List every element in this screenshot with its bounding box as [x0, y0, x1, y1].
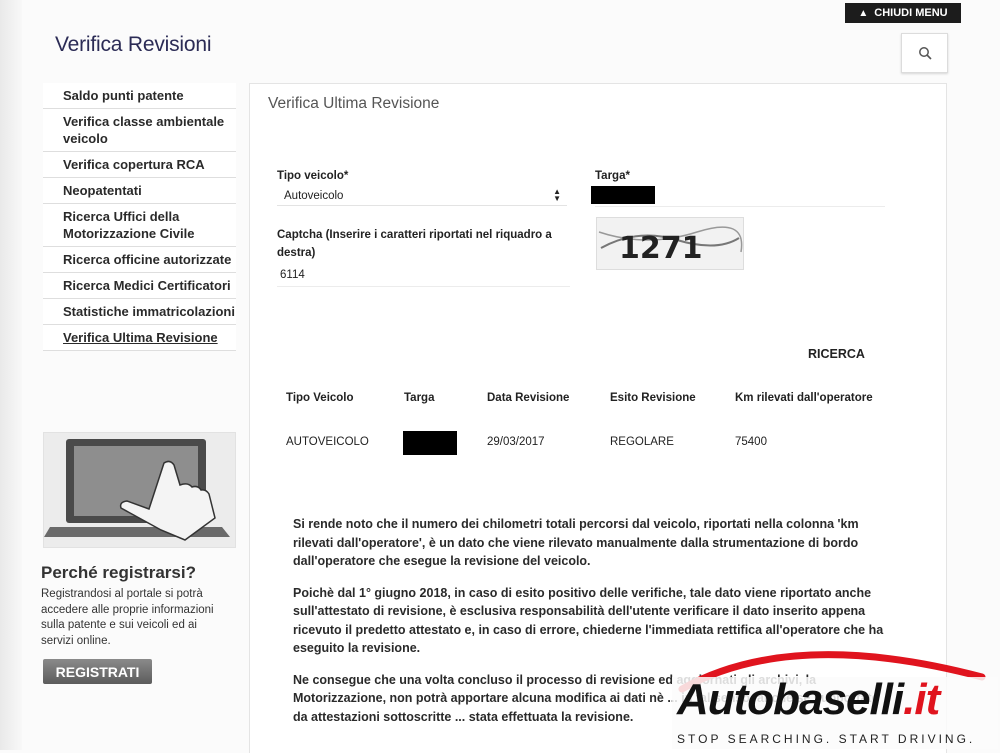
sidebar-item-copertura-rca[interactable]: Verifica copertura RCA	[43, 152, 236, 178]
sidebar-item-medici[interactable]: Ricerca Medici Certificatori	[43, 273, 236, 299]
register-button[interactable]: REGISTRATI	[43, 659, 152, 684]
cell-data: 29/03/2017	[487, 436, 545, 448]
search-submit-button[interactable]: RICERCA	[808, 347, 865, 361]
laptop-touch-image	[43, 432, 236, 548]
form-title: Verifica Ultima Revisione	[268, 95, 440, 112]
sidebar-item-uffici-motorizzazione[interactable]: Ricerca Uffici della Motorizzazione Civi…	[43, 204, 236, 247]
select-arrows-icon: ▲ ▼	[553, 187, 561, 203]
page-title: Verifica Revisioni	[55, 33, 212, 56]
col-header-tipo: Tipo Veicolo	[286, 392, 354, 404]
close-menu-label: CHIUDI MENU	[874, 7, 948, 19]
cell-targa-redaction	[403, 431, 457, 455]
sidebar-item-ultima-revisione[interactable]: Verifica Ultima Revisione	[43, 325, 236, 351]
plate-label: Targa*	[595, 170, 630, 182]
sidebar-item-saldo-punti[interactable]: Saldo punti patente	[43, 83, 236, 109]
vehicle-type-label: Tipo veicolo*	[277, 170, 349, 182]
search-button[interactable]	[901, 33, 948, 73]
watermark-tagline: STOP SEARCHING. START DRIVING.	[677, 732, 976, 746]
captcha-image: 1271	[596, 217, 744, 270]
col-header-esito: Esito Revisione	[610, 392, 696, 404]
cell-km: 75400	[735, 436, 767, 448]
note-paragraph-1: Si rende noto che il numero dei chilomet…	[293, 517, 859, 568]
watermark-brand: Autobaselli.it	[677, 675, 940, 724]
captcha-input[interactable]: 6114	[277, 264, 570, 287]
sidebar-item-officine[interactable]: Ricerca officine autorizzate	[43, 247, 236, 273]
plate-redaction	[591, 186, 655, 204]
sidebar-nav: Saldo punti patente Verifica classe ambi…	[43, 83, 236, 351]
sidebar-item-neopatentati[interactable]: Neopatentati	[43, 178, 236, 204]
sidebar-item-statistiche[interactable]: Statistiche immatricolazioni	[43, 299, 236, 325]
col-header-km: Km rilevati dall'operatore	[735, 392, 873, 404]
col-header-targa: Targa	[404, 392, 435, 404]
why-register-text: Registrandosi al portale si potrà accede…	[41, 588, 214, 647]
captcha-text: 1271	[619, 231, 703, 266]
why-register-heading: Perché registrarsi?	[41, 563, 196, 582]
close-menu-button[interactable]: ▲ CHIUDI MENU	[845, 3, 961, 23]
chevron-up-icon: ▲	[858, 7, 869, 19]
cell-esito: REGOLARE	[610, 436, 674, 448]
col-header-data: Data Revisione	[487, 392, 570, 404]
vehicle-type-value: Autoveicolo	[284, 189, 344, 202]
sidebar-item-classe-ambientale[interactable]: Verifica classe ambientale veicolo	[43, 109, 236, 152]
cell-tipo: AUTOVEICOLO	[286, 436, 369, 448]
page-edge	[0, 0, 22, 750]
search-icon	[918, 47, 932, 60]
watermark-logo: Autobaselli.it STOP SEARCHING. START DRI…	[672, 637, 998, 749]
captcha-label: Captcha (Inserire i caratteri riportati …	[277, 229, 552, 259]
vehicle-type-select[interactable]: Autoveicolo ▲ ▼	[277, 186, 567, 206]
